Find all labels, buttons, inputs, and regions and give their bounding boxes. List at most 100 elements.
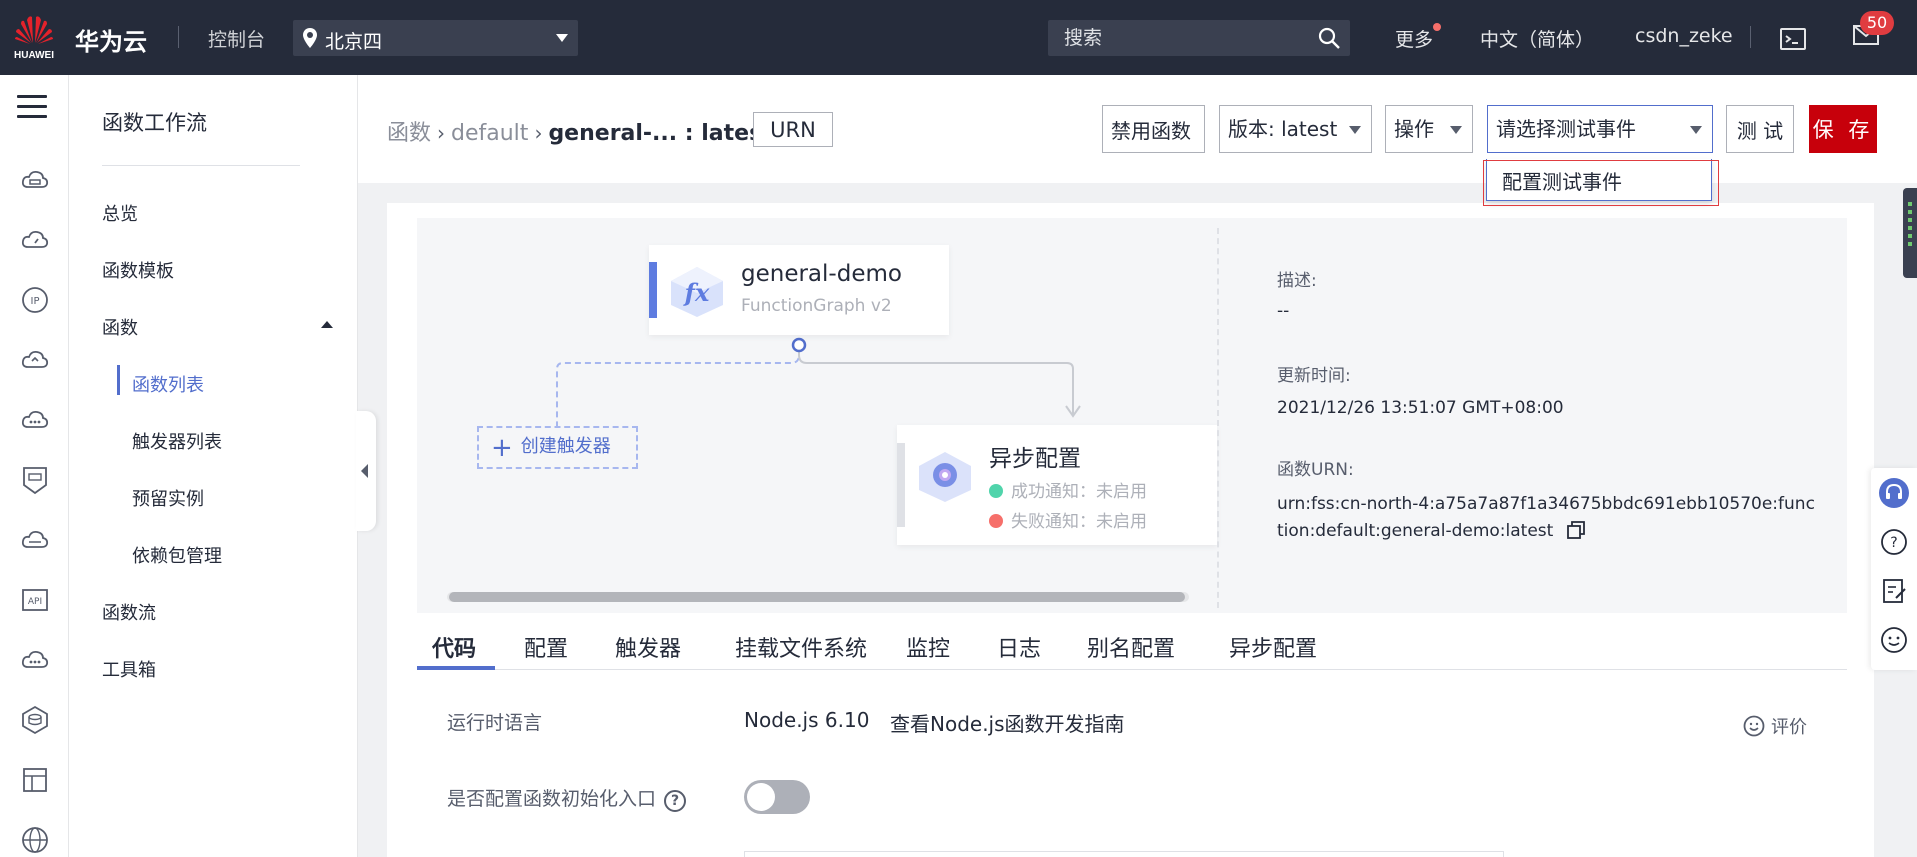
language-select[interactable]: 中文（简体）	[1480, 25, 1594, 52]
chevron-down-icon	[1690, 126, 1702, 134]
top-bar: HUAWEI 华为云 控制台 北京四 更多 中文（简体） csdn_zeke 5…	[0, 0, 1917, 75]
huawei-petals-icon	[15, 16, 53, 44]
disable-function-button[interactable]: 禁用函数	[1102, 105, 1205, 153]
async-config-title: 异步配置	[989, 446, 1081, 472]
operations-select-label: 操作	[1394, 117, 1434, 141]
nav-item-templates[interactable]: 函数模板	[102, 257, 174, 283]
nav-item-toolbox[interactable]: 工具箱	[102, 656, 156, 682]
cloud-server-icon[interactable]	[20, 165, 50, 195]
tab-monitoring[interactable]: 监控	[906, 631, 950, 663]
nav-item-overview[interactable]: 总览	[102, 200, 138, 226]
nav-item-function-flow[interactable]: 函数流	[102, 599, 156, 625]
breadcrumb-app[interactable]: default	[451, 121, 528, 146]
elastic-ip-icon[interactable]: IP	[20, 285, 50, 315]
code-input-area[interactable]	[744, 851, 1504, 857]
terminal-icon[interactable]	[1780, 28, 1806, 50]
init-entry-toggle[interactable]	[744, 780, 810, 814]
search-input[interactable]	[1048, 20, 1308, 56]
function-node-accent	[649, 262, 657, 318]
runtime-label: 运行时语言	[447, 712, 543, 734]
api-gateway-icon[interactable]: API	[20, 585, 50, 615]
test-event-dropdown: 配置测试事件	[1486, 159, 1712, 201]
smiley-feedback-icon[interactable]	[1879, 625, 1909, 655]
cloud-upload-icon[interactable]	[20, 345, 50, 375]
layout-icon[interactable]	[20, 765, 50, 795]
configure-test-event-option[interactable]: 配置测试事件	[1502, 166, 1622, 195]
save-button[interactable]: 保 存	[1809, 105, 1877, 153]
horizontal-scrollbar[interactable]	[449, 592, 1185, 602]
cloud-speed-icon[interactable]	[20, 225, 50, 255]
create-trigger-button[interactable]: + 创建触发器	[477, 426, 638, 469]
function-detail-card: fx general-demo FunctionGraph v2 + 创建触发器 …	[387, 203, 1874, 857]
customer-service-icon[interactable]	[1879, 478, 1909, 508]
search-icon[interactable]	[1318, 27, 1340, 49]
init-entry-label: 是否配置函数初始化入口?	[447, 784, 687, 812]
chevron-up-icon[interactable]	[321, 321, 333, 328]
tab-config[interactable]: 配置	[524, 631, 568, 663]
collapse-nav-button[interactable]	[356, 411, 376, 531]
chevron-down-icon	[556, 34, 568, 42]
breadcrumb-functions[interactable]: 函数	[387, 121, 431, 146]
svg-text:API: API	[28, 597, 42, 607]
user-menu[interactable]: csdn_zeke	[1635, 25, 1733, 47]
globe-icon[interactable]	[20, 825, 50, 855]
menu-icon[interactable]	[17, 95, 47, 119]
runtime-value: Node.js 6.10	[744, 708, 870, 732]
failure-notification-status: 失败通知：未启用	[989, 507, 1147, 532]
tab-async-config[interactable]: 异步配置	[1229, 631, 1317, 663]
vertical-scrollbar[interactable]	[1903, 188, 1917, 278]
init-entry-text: 是否配置函数初始化入口	[447, 788, 657, 810]
huawei-logo[interactable]: HUAWEI	[14, 14, 54, 61]
help-icon[interactable]: ?	[664, 790, 687, 812]
search-box[interactable]	[1048, 20, 1350, 56]
svg-text:?: ?	[1890, 535, 1897, 551]
cloud-more-icon[interactable]	[20, 405, 50, 435]
database-shield-icon[interactable]	[20, 465, 50, 495]
tab-logs[interactable]: 日志	[997, 631, 1041, 663]
console-link[interactable]: 控制台	[208, 25, 265, 52]
chevron-down-icon	[1349, 126, 1361, 134]
database-icon[interactable]	[20, 705, 50, 735]
urn-button[interactable]: URN	[753, 112, 833, 147]
function-urn-block: urn:fss:cn-north-4:a75a7a87f1a34675bbdc6…	[1277, 491, 1817, 545]
function-flow-canvas: fx general-demo FunctionGraph v2 + 创建触发器 …	[417, 218, 1847, 613]
feedback-edit-icon[interactable]	[1879, 576, 1909, 606]
nav-item-reserved-instances[interactable]: 预留实例	[132, 485, 204, 511]
tab-active-indicator	[417, 666, 495, 670]
tab-triggers[interactable]: 触发器	[615, 631, 681, 663]
tab-alias[interactable]: 别名配置	[1087, 631, 1175, 663]
location-pin-icon	[303, 28, 317, 48]
nav-item-function-list[interactable]: 函数列表	[132, 371, 204, 397]
operations-select[interactable]: 操作	[1385, 105, 1473, 153]
nav-item-trigger-list[interactable]: 触发器列表	[132, 428, 222, 454]
more-menu[interactable]: 更多	[1395, 23, 1442, 52]
divider	[1750, 26, 1751, 48]
nav-item-dependencies[interactable]: 依赖包管理	[132, 542, 222, 568]
create-trigger-label: 创建触发器	[520, 436, 611, 457]
async-config-node[interactable]: 异步配置 成功通知：未启用 失败通知：未启用	[897, 425, 1217, 545]
function-urn-label: 函数URN:	[1277, 460, 1354, 480]
success-notify-text: 成功通知：未启用	[1011, 482, 1147, 502]
cloud-storage-icon[interactable]	[20, 525, 50, 555]
floating-toolbar: ?	[1871, 468, 1917, 670]
copy-icon[interactable]	[1566, 521, 1585, 539]
nav-item-functions[interactable]: 函数	[102, 314, 138, 340]
tab-filesystem[interactable]: 挂载文件系统	[735, 631, 867, 663]
test-event-select[interactable]: 请选择测试事件	[1487, 105, 1713, 153]
rate-button[interactable]: 评价	[1743, 713, 1807, 739]
message-count-badge: 50	[1860, 11, 1894, 35]
help-circle-icon[interactable]: ?	[1879, 527, 1909, 557]
breadcrumb: 函数 › default › general-... : latest	[387, 115, 773, 147]
flow-divider	[1217, 228, 1219, 608]
tab-code[interactable]: 代码	[432, 631, 476, 663]
updated-time-value: 2021/12/26 13:51:07 GMT+08:00	[1277, 398, 1564, 418]
nav-title: 函数工作流	[102, 111, 207, 135]
success-status-dot	[989, 484, 1003, 498]
test-button[interactable]: 测 试	[1726, 105, 1794, 153]
nodejs-guide-link[interactable]: 查看Node.js函数开发指南	[890, 708, 1125, 737]
brand-name[interactable]: 华为云	[75, 22, 147, 57]
version-select[interactable]: 版本: latest	[1219, 105, 1372, 153]
region-select[interactable]: 北京四	[293, 20, 578, 56]
cloud-service-icon[interactable]	[20, 645, 50, 675]
function-node[interactable]: fx general-demo FunctionGraph v2	[649, 245, 949, 335]
